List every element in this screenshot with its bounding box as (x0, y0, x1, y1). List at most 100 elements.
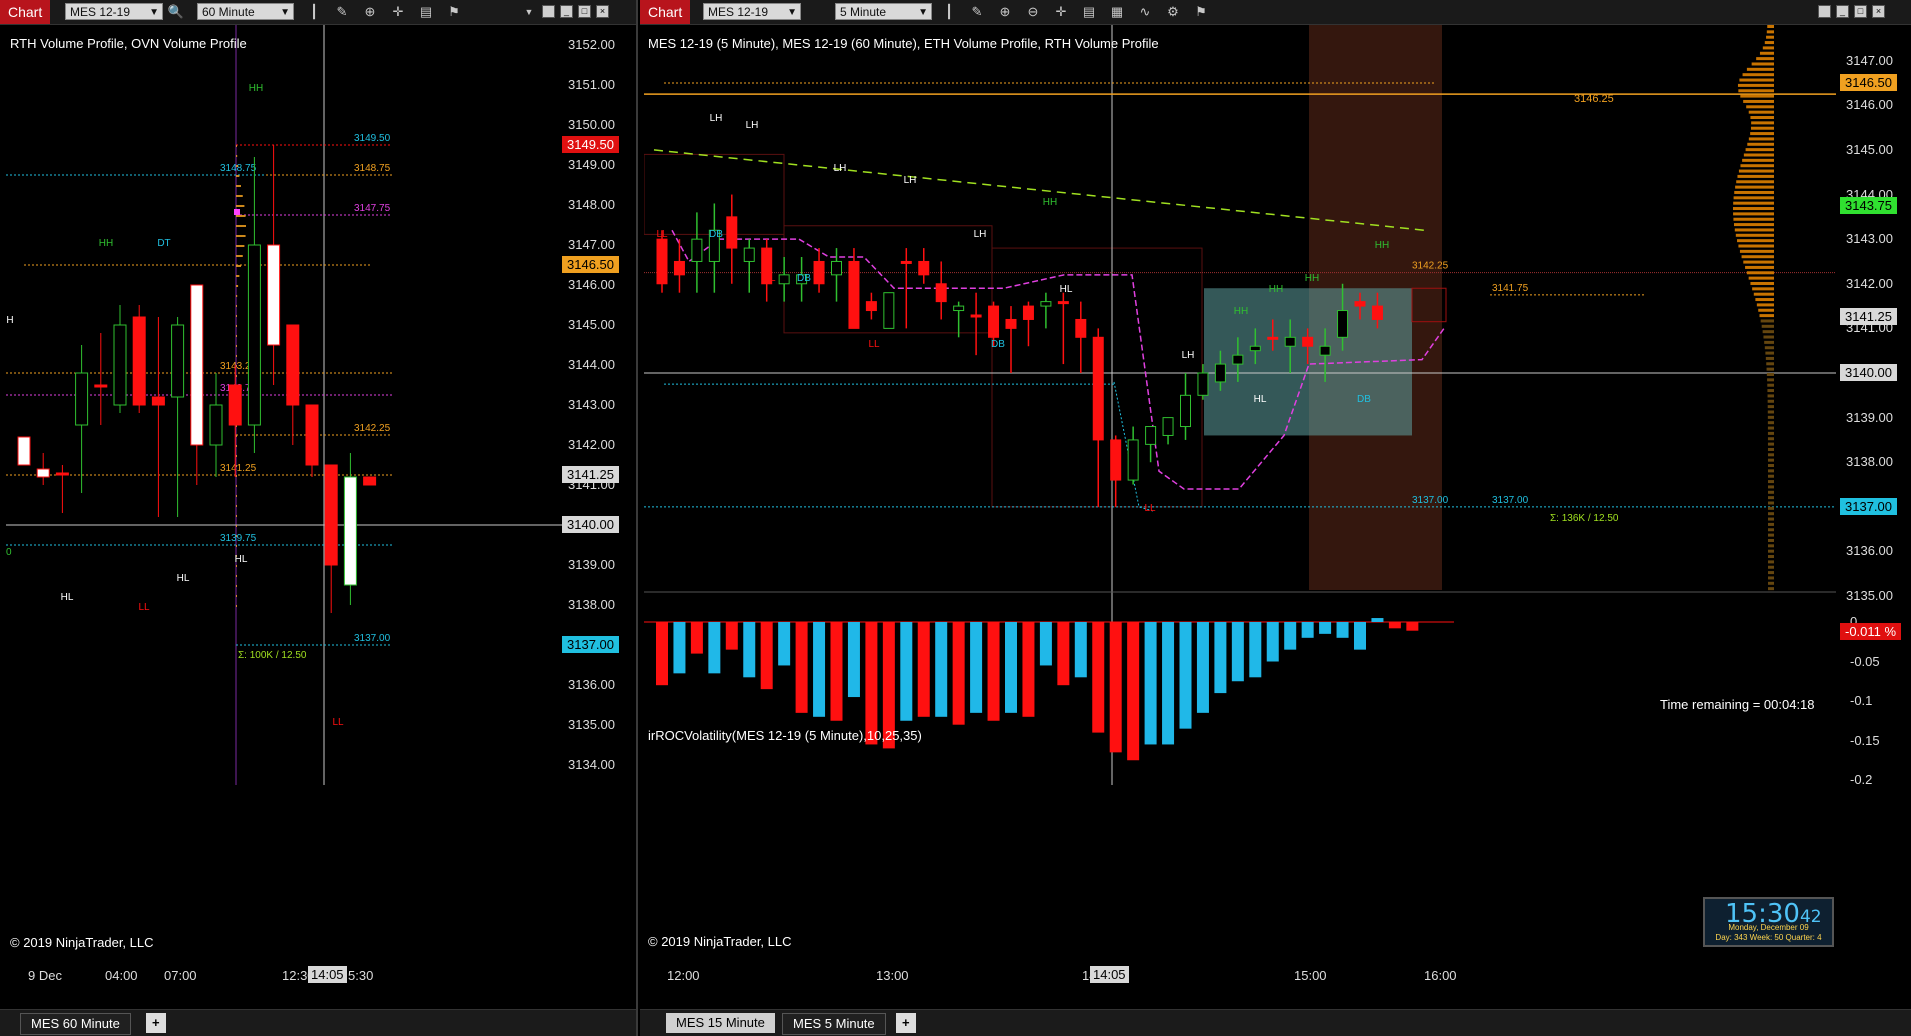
time-tick: 5:30 (348, 968, 374, 983)
price-tick: 3147.00 (1846, 52, 1893, 68)
candle-body (953, 305, 965, 312)
candle-body (305, 404, 319, 466)
volume-profile-bar (1752, 287, 1774, 291)
time-axis[interactable]: 12:0013:0014:15:0016:0014:05 (644, 966, 1836, 988)
pencil-icon[interactable]: ✎ (968, 3, 986, 21)
volume-profile-bar (236, 325, 237, 327)
volume-profile-bar (236, 435, 237, 437)
candle-body (1180, 394, 1191, 428)
dropdown-icon[interactable]: ▼ (520, 3, 538, 21)
interval-selector[interactable]: 60 Minute ▼ (197, 3, 294, 20)
volume-profile-bar (1767, 405, 1774, 409)
volume-profile-bar (1738, 244, 1774, 248)
search-icon[interactable]: 🔍 (167, 3, 185, 21)
time-axis[interactable]: 9 Dec 04:00 07:00 12:30 5:30 14:05 (6, 966, 562, 988)
instrument-selector[interactable]: MES 12-19 ▼ (65, 3, 163, 20)
level-label: 3141.25 (220, 463, 257, 474)
bars-icon[interactable]: ┃ (940, 3, 958, 21)
chart-menu-button[interactable]: Chart (0, 0, 51, 24)
swing-marker: HL (235, 554, 248, 565)
candle-body (17, 436, 31, 466)
level-label: 3148.75 (354, 163, 391, 174)
candle-body (113, 324, 127, 406)
maximize-icon[interactable]: □ (578, 5, 591, 18)
volume-profile-bar (1767, 490, 1774, 494)
volume-profile-bar (1764, 346, 1774, 350)
zoom-out-icon[interactable]: ⊖ (1024, 3, 1042, 21)
strategy-icon[interactable]: ⚙ (1164, 3, 1182, 21)
swing-marker: LL (138, 602, 150, 613)
indicator-icon[interactable]: ∿ (1136, 3, 1154, 21)
volume-profile-bar (1741, 255, 1774, 259)
roc-bar (1371, 618, 1384, 622)
candle-body (1284, 336, 1296, 347)
candle-body (36, 468, 50, 478)
minimize-icon[interactable]: _ (560, 5, 573, 18)
candle-body (1057, 301, 1069, 305)
volume-profile-bar (1745, 265, 1774, 269)
volume-profile-bar (1765, 351, 1774, 355)
volume-profile-bar (236, 355, 237, 357)
flag-icon[interactable]: ⚑ (445, 3, 463, 21)
price-tick: 3145.00 (1846, 141, 1893, 157)
price-axis[interactable]: 3147.00 3146.00 3145.00 3144.00 3143.00 3142.… (1836, 25, 1911, 965)
volume-profile-bar (236, 605, 237, 607)
price-chart-60min[interactable]: 3149.503148.753148.753147.753143.253143.… (6, 25, 562, 960)
chevron-down-icon: ▼ (280, 7, 290, 18)
add-tab-button[interactable]: + (146, 1013, 166, 1033)
volume-profile-bar (1767, 464, 1774, 468)
candle-body (209, 404, 223, 446)
volume-profile-bar (1768, 565, 1774, 569)
price-chart-5min[interactable]: 3146.25 3142.25 3141.75 3137.00 3137.00 Σ: 13… (644, 25, 1836, 965)
time-tick: 16:00 (1424, 968, 1457, 983)
pencil-icon[interactable]: ✎ (333, 3, 351, 21)
tab-mes-60-minute[interactable]: MES 60 Minute (20, 1013, 131, 1035)
interval-value: 5 Minute (840, 5, 887, 19)
volume-profile-bar (236, 195, 243, 197)
volume-profile-bar (236, 225, 246, 227)
properties-icon[interactable]: ▤ (1080, 3, 1098, 21)
properties-icon[interactable]: ▤ (417, 3, 435, 21)
volume-profile-bar (1737, 83, 1774, 87)
price-tick: 3143.00 (568, 397, 615, 412)
swing-marker: LH (834, 163, 847, 174)
zoom-icon[interactable]: ⊕ (996, 3, 1014, 21)
roc-bar (813, 622, 826, 717)
swing-marker: LH (904, 175, 917, 186)
crosshair-icon[interactable]: ✛ (389, 3, 407, 21)
window-link-icon[interactable] (542, 5, 555, 18)
price-badge: 3137.00 (562, 636, 619, 653)
bars-icon[interactable]: ┃ (305, 3, 323, 21)
close-icon[interactable]: × (1872, 5, 1885, 18)
volume-profile-bar (236, 245, 245, 247)
zoom-icon[interactable]: ⊕ (361, 3, 379, 21)
time-tick: 07:00 (164, 968, 197, 983)
chart-menu-button[interactable]: Chart (640, 0, 691, 24)
tab-mes-15-minute[interactable]: MES 15 Minute (666, 1013, 775, 1033)
flag-icon[interactable]: ⚑ (1192, 3, 1210, 21)
crosshair-icon[interactable]: ✛ (1052, 3, 1070, 21)
add-tab-button[interactable]: + (896, 1013, 916, 1033)
volume-profile-bar (1739, 249, 1774, 253)
swing-marker: LH (746, 120, 759, 131)
price-tick: 3146.00 (1846, 97, 1893, 113)
volume-profile-bar (1767, 517, 1774, 521)
price-tick: 3135.00 (568, 717, 615, 732)
minimize-icon[interactable]: _ (1836, 5, 1849, 18)
window-link-icon[interactable] (1818, 5, 1831, 18)
instrument-selector[interactable]: MES 12-19 ▼ (703, 3, 801, 20)
interval-selector[interactable]: 5 Minute ▼ (835, 3, 932, 20)
close-icon[interactable]: × (596, 5, 609, 18)
candle-body (1371, 305, 1383, 320)
maximize-icon[interactable]: □ (1854, 5, 1867, 18)
candle-body (1197, 372, 1209, 396)
chart-trader-icon[interactable]: ▦ (1108, 3, 1126, 21)
time-tick: 13:00 (876, 968, 909, 983)
swing-marker: DT (157, 238, 170, 249)
tab-mes-5-minute[interactable]: MES 5 Minute (782, 1013, 886, 1035)
roc-bar (1406, 622, 1419, 631)
price-axis[interactable]: 3152.00 3151.00 3150.00 3149.00 3148.00 3147.… (562, 25, 636, 960)
roc-bar (795, 622, 808, 713)
candle-body (75, 372, 89, 426)
roc-bar (1284, 622, 1297, 650)
